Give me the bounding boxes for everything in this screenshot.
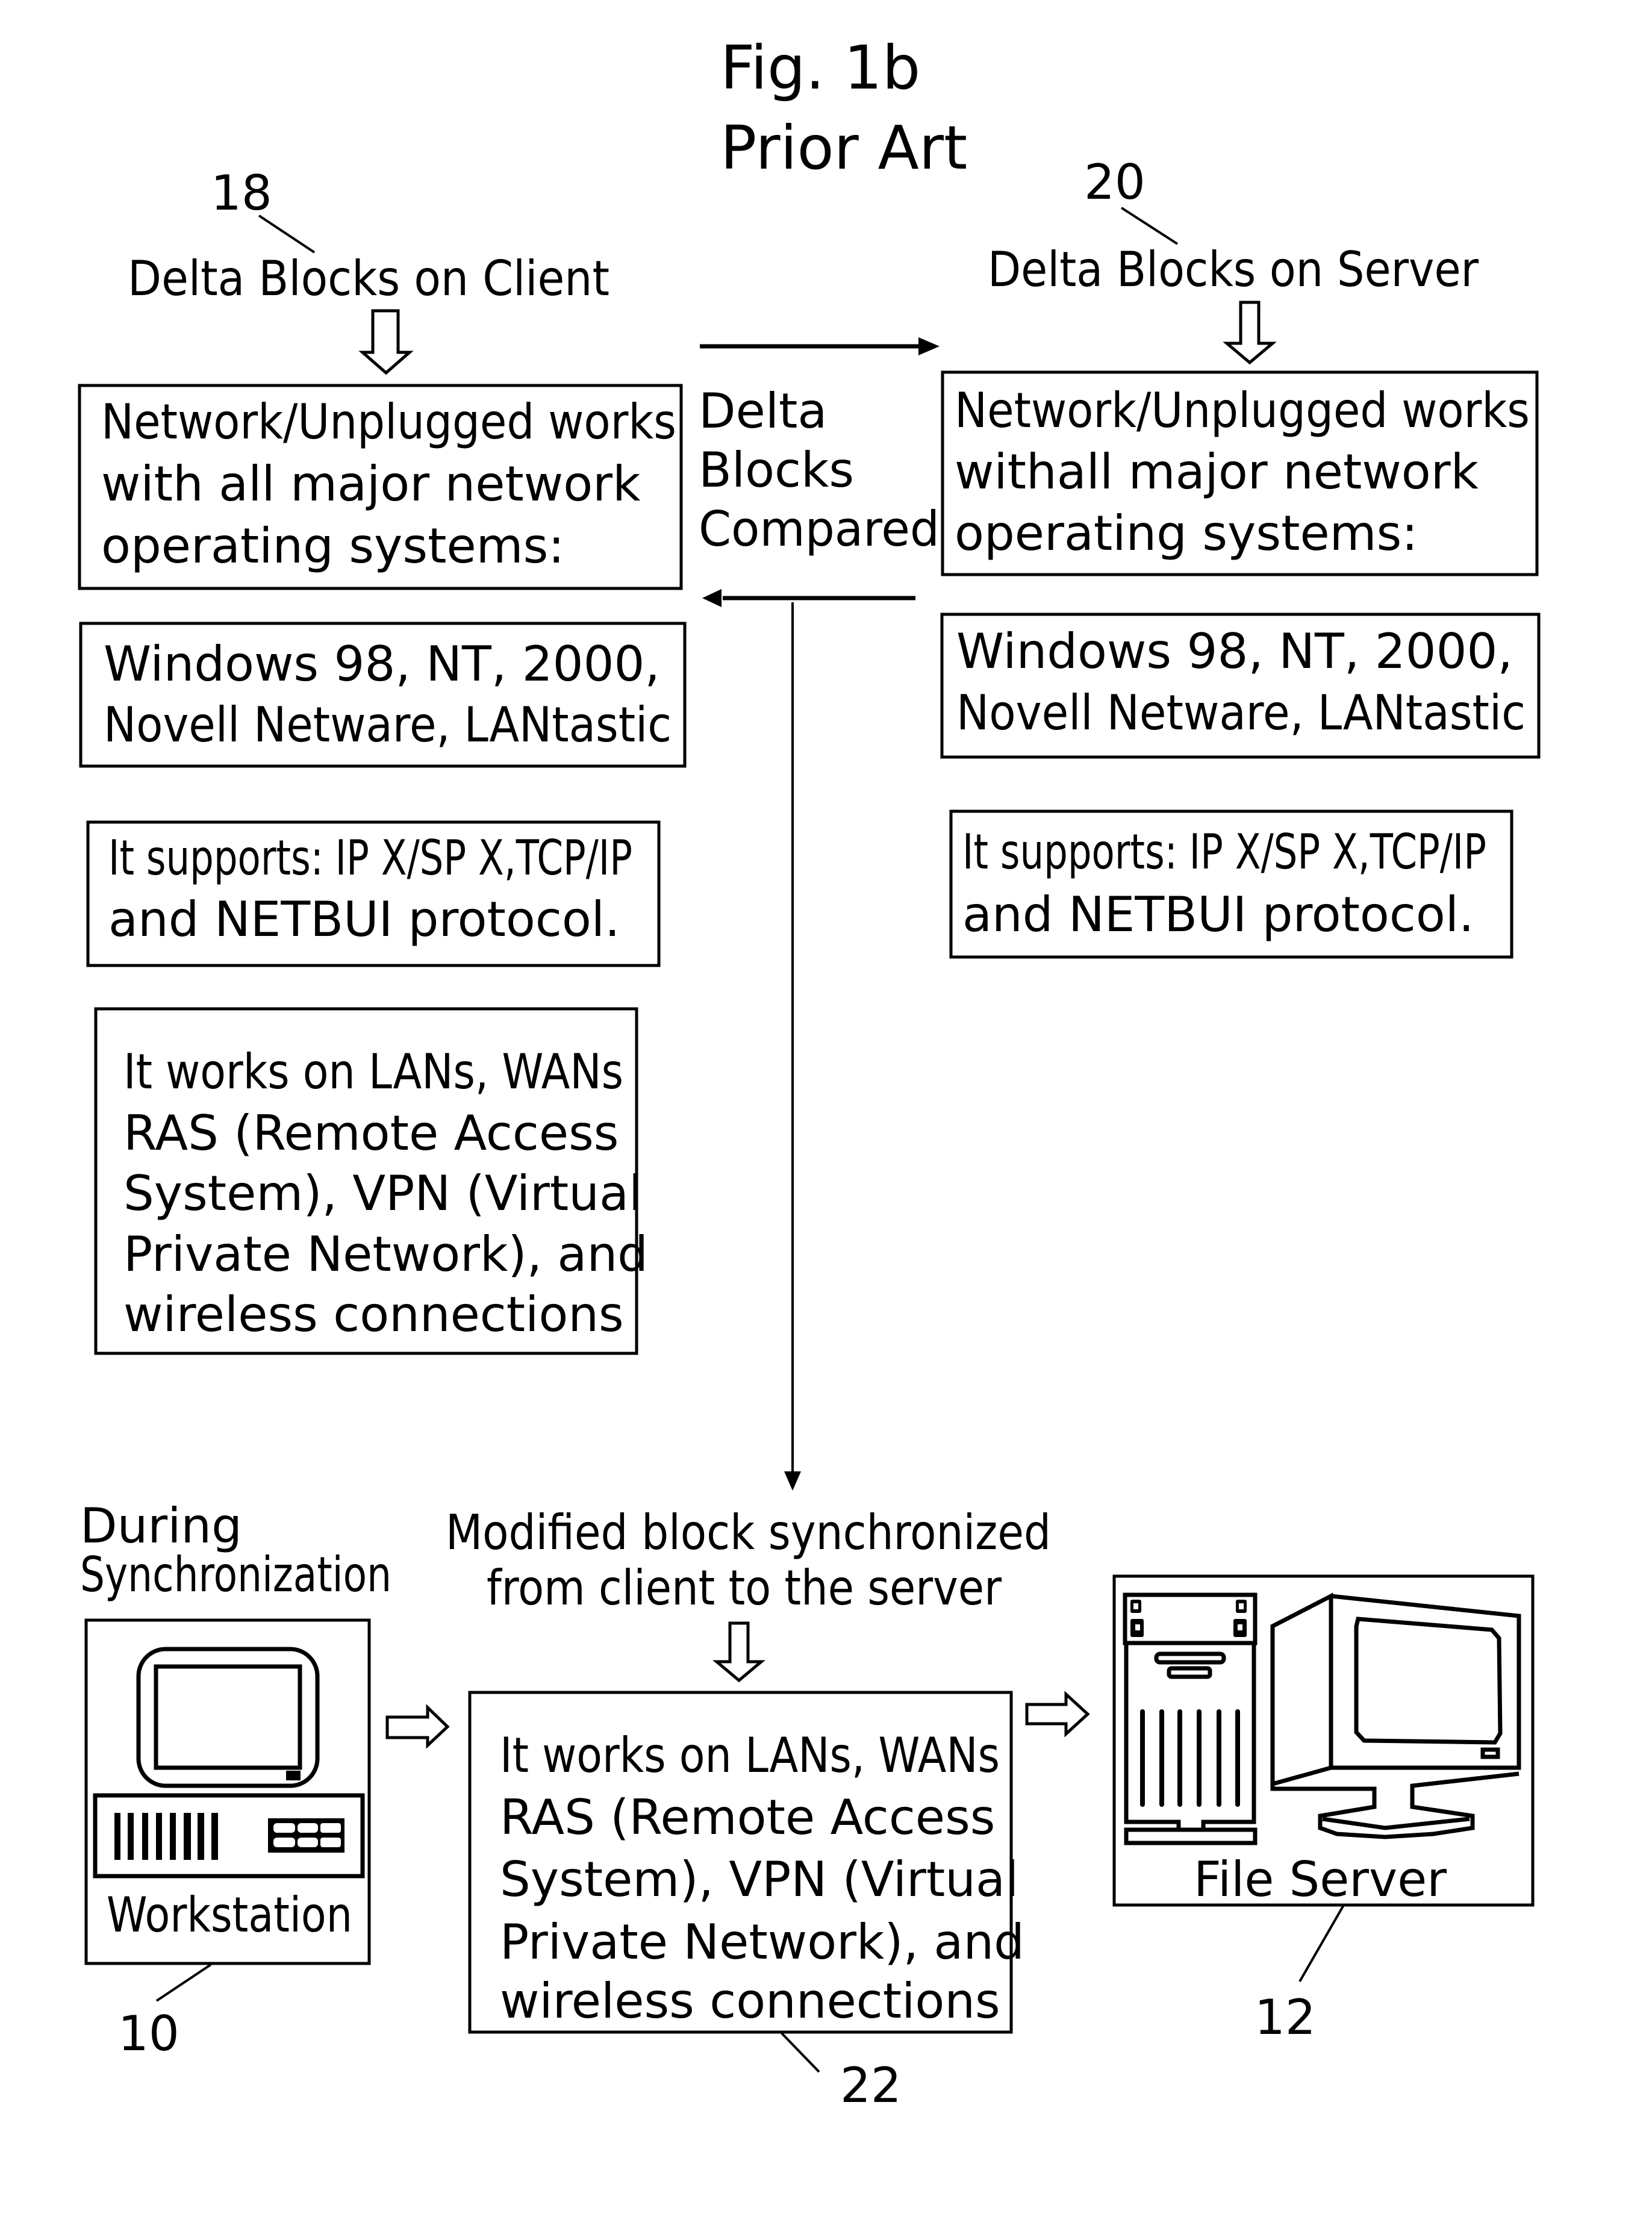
client-box-line: System), VPN (Virtual: [123, 1165, 642, 1221]
workstation-label: Workstation: [107, 1887, 352, 1943]
client-box-line: Windows 98, NT, 2000,: [104, 636, 660, 692]
sync-caption-line: During: [80, 1498, 242, 1554]
file-server-ref-leader: [1298, 1906, 1344, 1982]
modified-caption-line: Modified block synchronized: [446, 1505, 1051, 1561]
file-server-label: File Server: [1194, 1851, 1447, 1907]
hollow-arrow-down-icon: [712, 1621, 765, 1683]
arrow-left-icon: [702, 589, 722, 607]
server-box-line: operating systems:: [955, 505, 1418, 561]
server-box-line: Novell Netware, LANtastic: [956, 685, 1526, 741]
client-box-line: and NETBUI protocol.: [108, 891, 620, 947]
diagram-canvas: Fig. 1b Prior Art 18 Delta Blocks on Cli…: [78, 33, 1541, 2113]
sync-box-line: wireless connections: [500, 1973, 1000, 2029]
workstation-ref-number: 10: [118, 2006, 179, 2062]
sync-box-line: System), VPN (Virtual: [500, 1851, 1018, 1907]
server-ref-number: 20: [1084, 154, 1145, 210]
compare-label-line: Delta: [699, 383, 827, 439]
sync-box-line: Private Network), and: [500, 1914, 1024, 1970]
sync-box-ref-number: 22: [840, 2057, 902, 2113]
figure-subtitle: Prior Art: [720, 113, 967, 183]
client-box-line: wireless connections: [123, 1286, 624, 1342]
compare-label-line: Compared: [699, 501, 940, 557]
compare-label-line: Blocks: [699, 442, 854, 498]
arrow-right-icon: [918, 337, 940, 355]
client-ref-leader: [258, 214, 316, 254]
server-box-line: withall major network: [955, 444, 1479, 500]
hollow-arrow-down-icon: [358, 309, 414, 375]
hollow-arrow-down-icon: [1223, 301, 1277, 365]
sync-caption-line: Synchronization: [80, 1547, 391, 1603]
sync-box-line: RAS (Remote Access: [500, 1789, 995, 1845]
client-box-line: Network/Unplugged works: [101, 394, 676, 450]
client-box-line: RAS (Remote Access: [123, 1105, 619, 1161]
sync-box-line: It works on LANs, WANs: [500, 1727, 1000, 1783]
arrow-down-icon: [784, 1471, 801, 1491]
client-box-line: operating systems:: [101, 518, 564, 574]
client-box-line: Private Network), and: [123, 1226, 648, 1282]
client-box-line: with all major network: [101, 456, 641, 512]
workstation-ref-leader: [155, 1963, 212, 2002]
client-box-line: It supports: IP X/SP X,TCP/IP: [108, 830, 632, 886]
hollow-arrow-right-icon: [385, 1704, 450, 1749]
client-heading: Delta Blocks on Client: [128, 251, 609, 307]
client-ref-number: 18: [211, 165, 272, 221]
file-server-ref-number: 12: [1255, 1989, 1316, 2045]
client-box-line: It works on LANs, WANs: [123, 1044, 623, 1100]
hollow-arrow-right-icon: [1025, 1691, 1090, 1738]
server-box-line: It supports: IP X/SP X,TCP/IP: [962, 824, 1486, 880]
figure-title: Fig. 1b: [720, 33, 920, 103]
client-box-line: Novell Netware, LANtastic: [104, 697, 672, 753]
server-box-line: Windows 98, NT, 2000,: [956, 623, 1513, 679]
server-box-line: Network/Unplugged works: [955, 382, 1530, 438]
server-box-line: and NETBUI protocol.: [962, 887, 1474, 943]
sync-box-ref-leader: [781, 2032, 820, 2073]
modified-caption-line: from client to the server: [487, 1560, 1002, 1616]
server-ref-leader: [1120, 207, 1179, 245]
server-heading: Delta Blocks on Server: [988, 242, 1479, 298]
